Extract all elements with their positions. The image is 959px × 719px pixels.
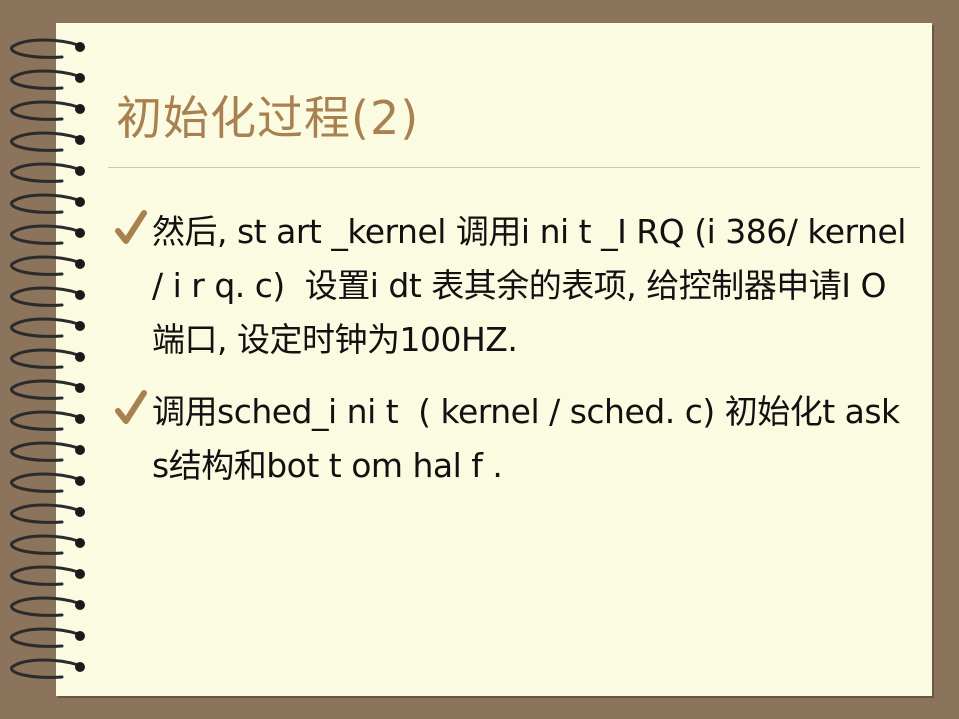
bullet-list: 然后, st art _kernel 调用i ni t _I RQ (i 386… bbox=[114, 205, 914, 511]
checkmark-icon bbox=[115, 210, 147, 244]
bullet-text-1: 然后, st art _kernel 调用i ni t _I RQ (i 386… bbox=[152, 212, 916, 359]
title-divider bbox=[108, 167, 920, 168]
slide-title: 初始化过程(2) bbox=[116, 91, 420, 145]
bullet-item-1: 然后, st art _kernel 调用i ni t _I RQ (i 386… bbox=[114, 205, 914, 367]
checkmark-icon bbox=[115, 390, 147, 424]
bullet-item-2: 调用sched_i ni t ( kernel / sched. c) 初始化t… bbox=[114, 385, 914, 493]
bullet-text-2: 调用sched_i ni t ( kernel / sched. c) 初始化t… bbox=[152, 392, 900, 485]
